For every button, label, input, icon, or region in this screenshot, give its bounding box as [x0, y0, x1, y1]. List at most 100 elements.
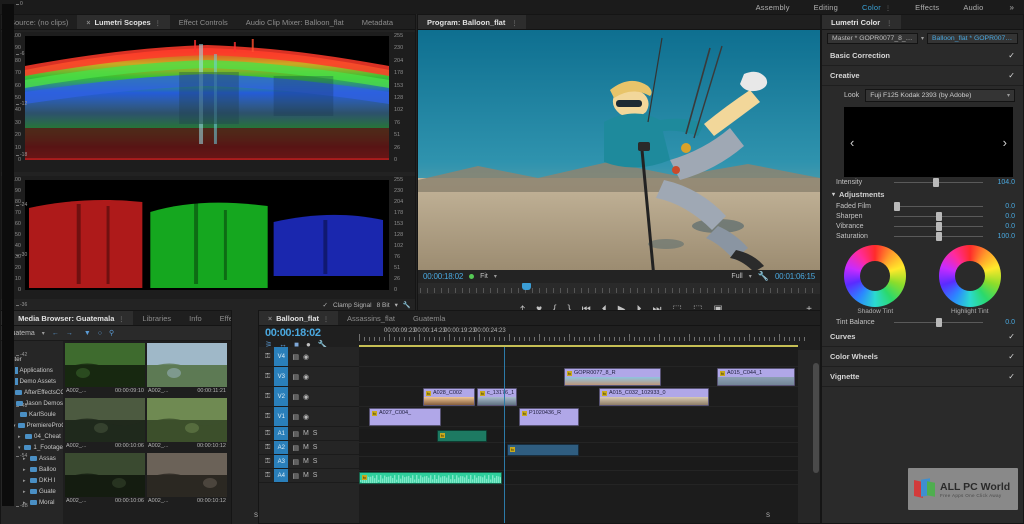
- lock-icon[interactable]: ⚿: [265, 444, 270, 452]
- timeline-clip[interactable]: fxA015_C044_1: [717, 368, 795, 386]
- filter-icon[interactable]: ▼: [84, 330, 91, 337]
- track-header-v1[interactable]: ⚿V1▤◉: [259, 407, 359, 427]
- section-checkbox[interactable]: ✓: [1008, 372, 1015, 381]
- adjustment-knob[interactable]: [936, 232, 942, 241]
- adjustment-track[interactable]: [894, 236, 983, 237]
- panel-menu-icon[interactable]: ⋮: [118, 317, 124, 323]
- mute-icon[interactable]: M: [303, 472, 309, 479]
- eye-icon[interactable]: ◉: [303, 373, 309, 381]
- bit-depth-caret-icon[interactable]: ▾: [395, 301, 398, 309]
- workspace-color[interactable]: Color⋮: [850, 3, 903, 12]
- intensity-knob[interactable]: [933, 178, 939, 187]
- resolution-caret-icon[interactable]: ▾: [749, 273, 752, 280]
- timeline-clip[interactable]: fxA028_C002: [423, 388, 475, 406]
- creative-checkbox[interactable]: ✓: [1008, 71, 1015, 80]
- wheel-highlight-tint[interactable]: Highlight Tint: [939, 245, 1001, 315]
- tab-audio-clip-mixer-balloon-flat[interactable]: Audio Clip Mixer: Balloon_flat: [237, 15, 353, 30]
- timeline-ruler[interactable]: 00:00:09:2300:00:14:2300:00:19:2300:00:2…: [359, 328, 798, 346]
- timeline-clip[interactable]: fxP1020436_R: [519, 408, 579, 426]
- track-name[interactable]: A4: [274, 469, 288, 482]
- back-arrow-icon[interactable]: ←: [52, 330, 59, 337]
- section-checkbox[interactable]: ✓: [1008, 332, 1015, 341]
- track-name[interactable]: A1: [274, 427, 288, 440]
- tab-guatemla[interactable]: Guatemla: [404, 311, 455, 326]
- program-video-frame[interactable]: [418, 30, 820, 270]
- timeline-canvas[interactable]: fxGOPR0077_8_RfxA015_C044_1fxA028_C002fx…: [359, 347, 798, 523]
- section-creative[interactable]: Creative ✓: [822, 66, 1023, 86]
- close-icon[interactable]: ×: [268, 316, 272, 323]
- workspace-assembly[interactable]: Assembly: [744, 3, 802, 12]
- meter-solo-button[interactable]: S: [766, 513, 770, 519]
- solo-icon[interactable]: S: [313, 458, 318, 465]
- target-track-icon[interactable]: ▤: [292, 413, 299, 421]
- tint-balance-track[interactable]: [894, 322, 983, 323]
- search-options-icon[interactable]: ○: [98, 330, 102, 337]
- audio-clip[interactable]: fx: [437, 430, 487, 442]
- panel-menu-icon[interactable]: ⋮: [323, 317, 329, 323]
- solo-icon[interactable]: S: [313, 444, 318, 451]
- media-thumbnail[interactable]: A002_...00:00:10:12: [147, 453, 227, 506]
- media-thumbnail[interactable]: A002_...00:00:11:21: [147, 343, 227, 396]
- eye-icon[interactable]: ◉: [303, 353, 309, 361]
- section-curves[interactable]: Curves✓: [822, 327, 1023, 347]
- workspace-menu-icon[interactable]: ⋮: [885, 6, 891, 12]
- audio-clip[interactable]: fx: [359, 472, 502, 484]
- adjustment-track[interactable]: [894, 206, 983, 207]
- adjustment-track[interactable]: [894, 216, 983, 217]
- intensity-value[interactable]: 104.0: [989, 179, 1015, 186]
- tint-balance-value[interactable]: 0.0: [989, 319, 1015, 326]
- tab-effects[interactable]: Effects: [211, 311, 231, 326]
- look-prev-arrow-icon[interactable]: ‹: [850, 135, 854, 150]
- target-track-icon[interactable]: ▤: [292, 430, 299, 438]
- adjustment-value[interactable]: 0.0: [989, 203, 1015, 210]
- track-name[interactable]: V3: [274, 367, 288, 386]
- target-track-icon[interactable]: ▤: [292, 393, 299, 401]
- bit-depth-selector[interactable]: 8 Bit: [377, 302, 390, 309]
- panel-menu-icon[interactable]: ⋮: [155, 21, 161, 27]
- solo-icon[interactable]: S: [313, 472, 318, 479]
- search-icon[interactable]: ⚲: [109, 329, 114, 337]
- target-track-icon[interactable]: ▤: [292, 444, 299, 452]
- lock-icon[interactable]: ⚿: [265, 430, 270, 438]
- track-header-a1[interactable]: ⚿A1▤MS: [259, 427, 359, 441]
- workspace-audio[interactable]: Audio: [951, 3, 995, 12]
- clamp-check-icon[interactable]: ✓: [323, 301, 328, 309]
- track-name[interactable]: A2: [274, 441, 288, 454]
- media-thumbnail[interactable]: A002_...00:00:10:06: [65, 453, 145, 506]
- panel-menu-icon[interactable]: ⋮: [886, 21, 892, 27]
- tab-lumetri-scopes[interactable]: ×Lumetri Scopes⋮: [77, 15, 169, 30]
- forward-arrow-icon[interactable]: →: [66, 330, 73, 337]
- lock-icon[interactable]: ⚿: [265, 353, 270, 361]
- eye-icon[interactable]: ◉: [303, 393, 309, 401]
- track-lane[interactable]: [359, 347, 798, 367]
- scrollbar-thumb[interactable]: [813, 363, 819, 474]
- zoom-caret-icon[interactable]: ▾: [494, 273, 497, 280]
- lock-icon[interactable]: ⚿: [265, 472, 270, 480]
- scrubber-playhead[interactable]: [522, 283, 531, 290]
- media-thumbnail[interactable]: A002_...00:00:10:12: [147, 398, 227, 451]
- track-header-v4[interactable]: ⚿ V4 ▤ ◉: [259, 347, 359, 367]
- workspace-more-button[interactable]: »: [996, 3, 1024, 12]
- scopes-wrench-icon[interactable]: 🔧: [403, 301, 411, 309]
- track-name[interactable]: A3: [274, 455, 288, 468]
- workspace-effects[interactable]: Effects: [903, 3, 951, 12]
- eye-icon[interactable]: ◉: [303, 413, 309, 421]
- program-current-time[interactable]: 00:00:18:02: [423, 272, 463, 281]
- master-caret-icon[interactable]: ▾: [921, 35, 924, 42]
- mute-icon[interactable]: M: [303, 430, 309, 437]
- mute-icon[interactable]: M: [303, 458, 309, 465]
- track-name[interactable]: V2: [274, 387, 288, 406]
- meter-solo-button[interactable]: S: [254, 513, 258, 519]
- target-track-icon[interactable]: ▤: [292, 472, 299, 480]
- target-track-icon[interactable]: ▤: [292, 353, 299, 361]
- zoom-level-selector[interactable]: Fit: [480, 273, 488, 280]
- tab-metadata[interactable]: Metadata: [353, 15, 402, 30]
- section-vignette[interactable]: Vignette✓: [822, 367, 1023, 387]
- program-scrubber[interactable]: [418, 283, 820, 294]
- media-thumbnail[interactable]: A002_...00:00:10:06: [65, 398, 145, 451]
- timeline-scrollbar[interactable]: [812, 347, 820, 505]
- timeline-clip[interactable]: fxA027_C004_: [369, 408, 441, 426]
- track-name[interactable]: V4: [274, 347, 288, 366]
- timeline-playhead[interactable]: [504, 347, 505, 523]
- tab-balloon-flat[interactable]: ×Balloon_flat⋮: [259, 311, 338, 326]
